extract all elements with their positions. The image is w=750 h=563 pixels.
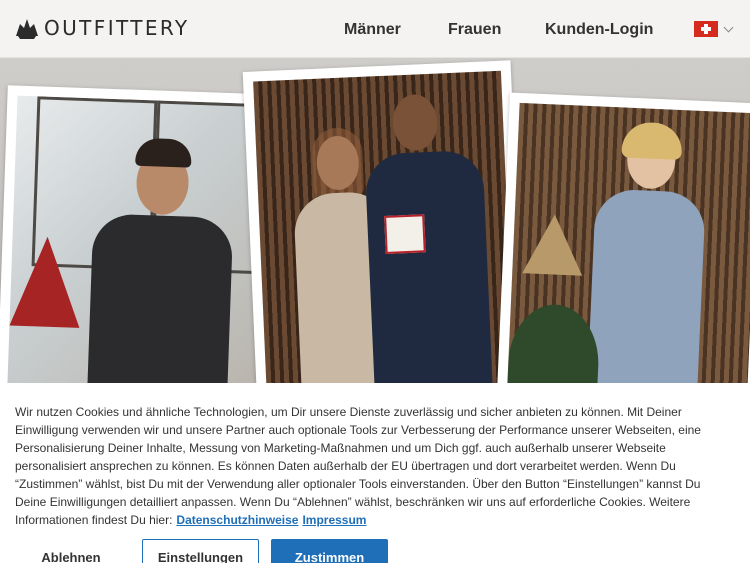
swiss-flag-icon <box>694 21 718 37</box>
photo-woman-christmas <box>496 92 750 383</box>
privacy-link[interactable]: Datenschutzhinweise <box>176 513 298 527</box>
hero-banner <box>0 58 750 383</box>
cookie-description: Wir nutzen Cookies und ähnliche Technolo… <box>15 405 701 527</box>
imprint-link[interactable]: Impressum <box>302 513 366 527</box>
logo[interactable]: OUTFITTERY <box>14 16 190 40</box>
nav-item-kunden-login[interactable]: Kunden-Login <box>545 21 653 39</box>
country-selector[interactable] <box>694 21 734 37</box>
photo-man-window <box>0 85 286 383</box>
logo-text: OUTFITTERY <box>44 16 190 40</box>
nav-item-frauen[interactable]: Frauen <box>448 21 501 39</box>
photo-couple-gift <box>242 60 526 383</box>
chevron-down-icon <box>723 22 734 33</box>
settings-button[interactable]: Einstellungen <box>142 539 259 563</box>
accept-button[interactable]: Zustimmen <box>271 539 388 563</box>
site-header: OUTFITTERY Männer Frauen Kunden-Login <box>0 0 750 58</box>
logo-icon <box>16 19 38 39</box>
cookie-banner: Wir nutzen Cookies und ähnliche Technolo… <box>0 383 750 563</box>
cookie-text: Wir nutzen Cookies und ähnliche Technolo… <box>15 403 725 529</box>
decline-button[interactable]: Ablehnen <box>15 539 127 563</box>
nav-item-maenner[interactable]: Männer <box>344 21 401 39</box>
